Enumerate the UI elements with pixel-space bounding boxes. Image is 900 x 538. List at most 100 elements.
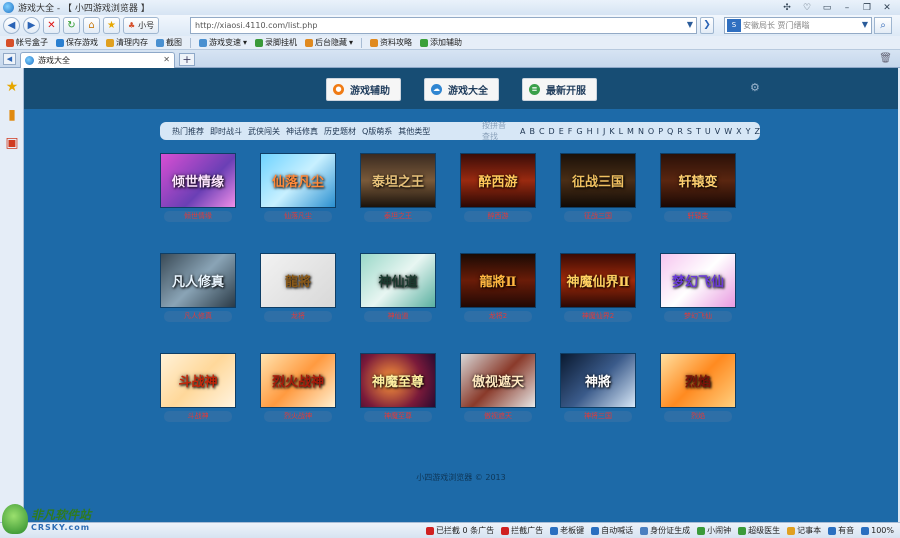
game-thumbnail[interactable]: 龍將	[260, 253, 336, 308]
letter-link[interactable]: K	[609, 127, 614, 136]
game-card[interactable]: 倾世情缘 倾世情缘	[160, 153, 236, 222]
message-icon[interactable]: ▭	[818, 2, 836, 14]
game-card[interactable]: 征战三国 征战三国	[560, 153, 636, 222]
game-name-link[interactable]: 征战三国	[564, 211, 632, 222]
letter-link[interactable]: F	[568, 127, 573, 136]
category-other[interactable]: 其他类型	[398, 126, 430, 137]
game-thumbnail[interactable]: 征战三国	[560, 153, 636, 208]
game-thumbnail[interactable]: 泰坦之王	[360, 153, 436, 208]
sidebar-note-icon[interactable]: ▮	[3, 106, 21, 124]
letter-link[interactable]: J	[603, 127, 605, 136]
letter-link[interactable]: A	[520, 127, 525, 136]
tool-record-script[interactable]: 录脚挂机	[255, 37, 297, 48]
skin-icon[interactable]: ✣	[778, 2, 796, 14]
game-card[interactable]: 梦幻飞仙 梦幻飞仙	[660, 253, 736, 322]
forward-button[interactable]: ▶	[23, 17, 40, 34]
tab-close-icon[interactable]: ✕	[163, 55, 170, 64]
sidebar-favorites-icon[interactable]: ★	[3, 78, 21, 96]
status-item[interactable]: 100%	[861, 526, 894, 535]
letter-link[interactable]: I	[597, 127, 599, 136]
category-history[interactable]: 历史题材	[324, 126, 356, 137]
go-button[interactable]: ❯	[700, 17, 714, 34]
status-item[interactable]: 有音	[828, 525, 854, 536]
gear-icon[interactable]: ⚙	[750, 81, 760, 94]
address-bar[interactable]: http://xiaosi.4110.com/list.php ▼	[190, 17, 697, 34]
letter-link[interactable]: E	[559, 127, 564, 136]
tool-account-box[interactable]: 帐号盒子	[6, 37, 48, 48]
favorite-icon[interactable]: ♡	[798, 2, 816, 14]
letter-link[interactable]: M	[627, 127, 634, 136]
letter-link[interactable]: O	[648, 127, 654, 136]
close-button[interactable]: ✕	[878, 2, 896, 14]
back-button[interactable]: ◀	[3, 17, 20, 34]
game-thumbnail[interactable]: 斗战神	[160, 353, 236, 408]
status-item[interactable]: 自动喊话	[591, 525, 633, 536]
game-name-link[interactable]: 龙将2	[464, 311, 532, 322]
trash-icon[interactable]: 🗑	[879, 53, 892, 64]
game-name-link[interactable]: 神魔至尊	[364, 411, 432, 422]
letter-link[interactable]: P	[658, 127, 663, 136]
game-thumbnail[interactable]: 烈火战神	[260, 353, 336, 408]
game-name-link[interactable]: 神仙道	[364, 311, 432, 322]
letter-link[interactable]: Q	[667, 127, 673, 136]
search-box[interactable]: S 安徽局长 贾门缙嗡 ▼	[724, 17, 872, 34]
small-account-button[interactable]: ♣ 小号	[123, 17, 160, 34]
game-name-link[interactable]: 仙落凡尘	[264, 211, 332, 222]
favorites-button[interactable]: ★	[103, 17, 120, 34]
stop-button[interactable]: ✕	[43, 17, 60, 34]
game-card[interactable]: 神魔仙界Ⅱ 神魔仙界2	[560, 253, 636, 322]
game-card[interactable]: 斗战神 斗战神	[160, 353, 236, 422]
game-name-link[interactable]: 梦幻飞仙	[664, 311, 732, 322]
category-wuxia[interactable]: 武侠闯关	[248, 126, 280, 137]
search-engine-icon[interactable]: S	[727, 19, 741, 32]
category-instant-combat[interactable]: 即时战斗	[210, 126, 242, 137]
search-input[interactable]: 安徽局长 贾门缙嗡	[743, 20, 810, 31]
game-name-link[interactable]: 烈火战神	[264, 411, 332, 422]
tool-screenshot[interactable]: 截图	[156, 37, 182, 48]
minimize-button[interactable]: –	[838, 2, 856, 14]
status-item[interactable]: 超级医生	[738, 525, 780, 536]
letter-link[interactable]: R	[677, 127, 683, 136]
search-dropdown-icon[interactable]: ▼	[862, 20, 868, 29]
home-button[interactable]: ⌂	[83, 17, 100, 34]
game-thumbnail[interactable]: 醉西游	[460, 153, 536, 208]
tool-hide-background[interactable]: 后台隐藏 ▾	[305, 37, 353, 48]
game-card[interactable]: 烈火战神 烈火战神	[260, 353, 336, 422]
letter-link[interactable]: Y	[746, 127, 751, 136]
letter-link[interactable]: H	[587, 127, 593, 136]
letter-link[interactable]: V	[715, 127, 720, 136]
game-thumbnail[interactable]: 神魔仙界Ⅱ	[560, 253, 636, 308]
game-name-link[interactable]: 傲视遮天	[464, 411, 532, 422]
game-card[interactable]: 傲视遮天 傲视遮天	[460, 353, 536, 422]
letter-link[interactable]: Z	[755, 127, 760, 136]
address-dropdown-icon[interactable]: ▼	[687, 20, 693, 29]
game-name-link[interactable]: 烈焰	[664, 411, 732, 422]
letter-link[interactable]: T	[696, 127, 701, 136]
game-thumbnail[interactable]: 神魔至尊	[360, 353, 436, 408]
tab-games[interactable]: 游戏大全 ✕	[20, 52, 175, 68]
game-name-link[interactable]: 神魔仙界2	[564, 311, 632, 322]
new-tab-button[interactable]: +	[179, 53, 195, 66]
game-thumbnail[interactable]: 神將	[560, 353, 636, 408]
letter-link[interactable]: U	[705, 127, 711, 136]
game-card[interactable]: 烈焰 烈焰	[660, 353, 736, 422]
letter-link[interactable]: L	[619, 127, 623, 136]
game-card[interactable]: 泰坦之王 泰坦之王	[360, 153, 436, 222]
tab-game-helper[interactable]: ● 游戏辅助	[326, 78, 401, 101]
game-card[interactable]: 凡人修真 凡人修真	[160, 253, 236, 322]
game-card[interactable]: 仙落凡尘 仙落凡尘	[260, 153, 336, 222]
game-thumbnail[interactable]: 傲视遮天	[460, 353, 536, 408]
category-hot[interactable]: 热门推荐	[172, 126, 204, 137]
letter-link[interactable]: B	[529, 127, 535, 136]
status-item[interactable]: 拦截广告	[501, 525, 543, 536]
game-thumbnail[interactable]: 仙落凡尘	[260, 153, 336, 208]
search-button[interactable]: ⌕	[874, 17, 892, 34]
game-name-link[interactable]: 神将三国	[564, 411, 632, 422]
letter-link[interactable]: C	[539, 127, 545, 136]
game-name-link[interactable]: 斗战神	[164, 411, 232, 422]
game-card[interactable]: 神將 神将三国	[560, 353, 636, 422]
game-name-link[interactable]: 泰坦之王	[364, 211, 432, 222]
refresh-button[interactable]: ↻	[63, 17, 80, 34]
letter-link[interactable]: D	[549, 127, 555, 136]
letter-link[interactable]: W	[724, 127, 732, 136]
